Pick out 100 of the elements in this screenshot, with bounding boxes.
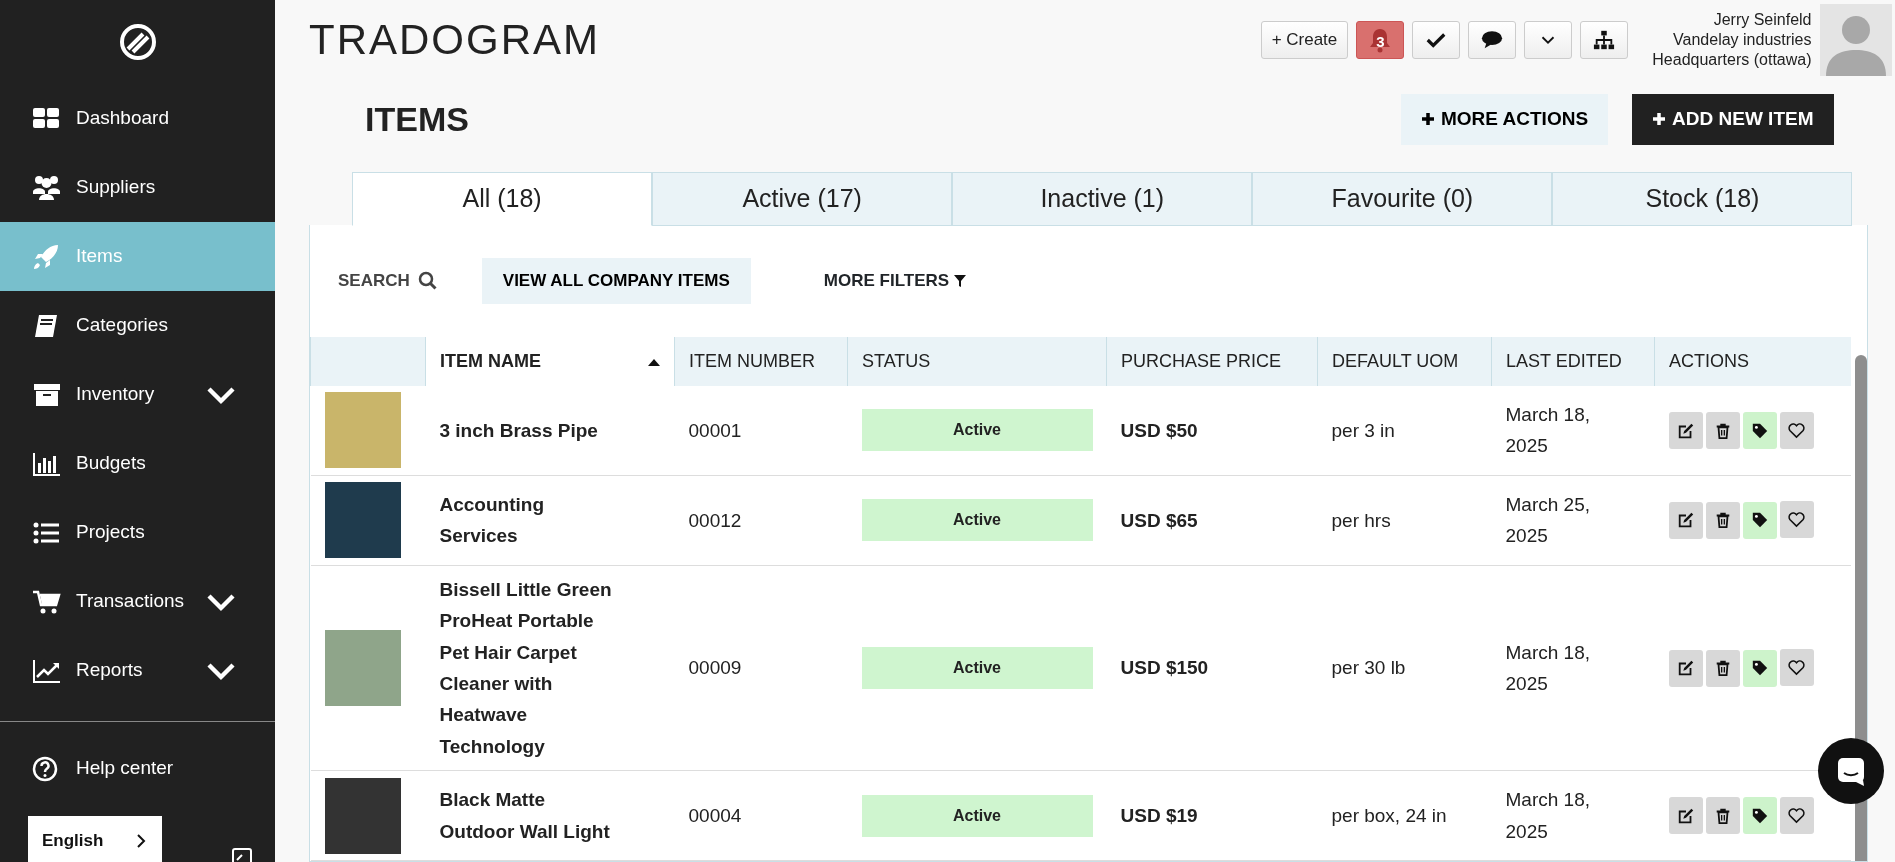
favourite-button[interactable] [1779, 796, 1814, 834]
column-header[interactable]: ITEM NUMBER [674, 337, 848, 386]
last-edited: March 18, 2025 [1491, 770, 1655, 861]
tab[interactable]: Inactive (1) [952, 172, 1253, 226]
delete-button[interactable] [1705, 501, 1740, 539]
last-edited: March 25, 2025 [1491, 475, 1655, 566]
help-center-link[interactable]: Help center [0, 734, 275, 803]
status-badge: Active [861, 499, 1093, 542]
plus-icon [1421, 112, 1435, 126]
item-name: Black Matte Outdoor Wall Light [425, 770, 675, 861]
heart-icon [1787, 420, 1806, 440]
bell-icon [1368, 27, 1393, 53]
sidebar-item[interactable]: Suppliers [0, 153, 275, 222]
item-number: 00009 [674, 565, 848, 771]
edit-icon [1676, 421, 1695, 440]
column-header[interactable]: ACTIONS [1654, 337, 1851, 386]
favourite-button[interactable] [1779, 649, 1814, 687]
edit-button[interactable] [1668, 649, 1703, 687]
sitemap-icon [1593, 29, 1616, 51]
notification-count: 3 [1376, 32, 1385, 52]
tag-icon [1750, 511, 1769, 530]
sidebar-item[interactable]: Inventory [0, 360, 275, 429]
edit-icon [1676, 511, 1695, 530]
default-uom: per 3 in [1317, 386, 1492, 476]
location-name: Headquarters (ottawa) [1652, 50, 1812, 70]
column-header[interactable]: LAST EDITED [1491, 337, 1655, 386]
tasks-button[interactable] [1412, 21, 1461, 59]
plus-icon [1652, 112, 1667, 126]
tag-button[interactable] [1742, 501, 1777, 539]
create-button[interactable]: + Create [1260, 21, 1349, 59]
speech-bubble-icon [1481, 29, 1504, 51]
purchase-price: USD $50 [1106, 386, 1318, 476]
edit-icon [1676, 806, 1695, 825]
chat-icon [1835, 756, 1866, 786]
favourite-button[interactable] [1779, 501, 1814, 539]
users-icon [30, 173, 62, 202]
edit-button[interactable] [1668, 412, 1703, 450]
status-badge: Active [861, 409, 1093, 452]
filter-icon [953, 274, 968, 288]
delete-button[interactable] [1705, 649, 1740, 687]
heart-icon [1787, 805, 1806, 825]
sidebar-item[interactable]: Reports [0, 636, 275, 705]
item-name: Accounting Services [425, 475, 675, 566]
delete-button[interactable] [1705, 412, 1740, 450]
edit-button[interactable] [1668, 501, 1703, 539]
tab[interactable]: Favourite (0) [1252, 172, 1553, 226]
heart-icon [1787, 658, 1806, 678]
sidebar-item[interactable]: Projects [0, 498, 275, 567]
sidebar-item[interactable]: Budgets [0, 429, 275, 498]
tag-button[interactable] [1742, 797, 1777, 835]
item-number: 00004 [674, 770, 848, 861]
hierarchy-button[interactable] [1580, 21, 1629, 59]
view-all-company-items-button[interactable]: VIEW ALL COMPANY ITEMS [481, 258, 751, 304]
tag-button[interactable] [1742, 412, 1777, 450]
purchase-price: USD $150 [1106, 565, 1318, 771]
brand-logo: TRADOGRAM [309, 19, 600, 61]
tag-button[interactable] [1742, 649, 1777, 687]
more-actions-button[interactable]: MORE ACTIONS [1401, 93, 1609, 145]
search-button[interactable]: SEARCH [338, 268, 438, 294]
sidebar-item[interactable]: Transactions [0, 567, 275, 636]
avatar-icon [1819, 4, 1892, 76]
default-uom: per hrs [1317, 475, 1492, 566]
delete-button[interactable] [1705, 797, 1740, 835]
default-uom: per 30 lb [1317, 565, 1492, 771]
add-new-item-button[interactable]: ADD NEW ITEM [1632, 93, 1834, 145]
sidebar-item[interactable]: Dashboard [0, 84, 275, 153]
sidebar-item[interactable]: Categories [0, 291, 275, 360]
language-button[interactable]: English [28, 816, 162, 862]
tab[interactable]: All (18) [352, 172, 653, 226]
more-filters-button[interactable]: MORE FILTERS [823, 268, 968, 294]
purchase-price: USD $65 [1106, 475, 1318, 566]
item-name: 3 inch Brass Pipe [425, 386, 675, 476]
column-header[interactable]: STATUS [847, 337, 1107, 386]
search-icon [417, 271, 438, 291]
last-edited: March 18, 2025 [1491, 565, 1655, 771]
tab[interactable]: Stock (18) [1552, 172, 1853, 226]
column-header-label: ITEM NAME [440, 350, 541, 373]
edit-icon [1676, 659, 1695, 678]
heart-icon [1787, 510, 1806, 530]
column-header[interactable]: PURCHASE PRICE [1106, 337, 1318, 386]
status-badge: Active [861, 794, 1093, 837]
tag-icon [1750, 421, 1769, 440]
edit-button[interactable] [1668, 797, 1703, 835]
tag-icon [1750, 659, 1769, 678]
favourite-button[interactable] [1779, 411, 1814, 449]
page-title: ITEMS [365, 98, 469, 140]
status-badge: Active [861, 646, 1093, 689]
column-header[interactable]: DEFAULT UOM [1317, 337, 1492, 386]
item-number: 00001 [674, 386, 848, 476]
notifications-button[interactable]: 3 [1356, 21, 1405, 59]
item-number: 00012 [674, 475, 848, 566]
company-name: Vandelay industries [1672, 30, 1812, 50]
chevron-right-icon [136, 833, 146, 849]
tab[interactable]: Active (17) [652, 172, 953, 226]
logo-icon [117, 22, 158, 62]
messages-button[interactable] [1468, 21, 1517, 59]
purchase-price: USD $19 [1106, 770, 1318, 861]
item-name: Bissell Little Green ProHeat Portable Pet Hair Carpet Cleaner with Heatwave Technology [425, 565, 675, 771]
default-uom: per box, 24 in [1317, 770, 1492, 861]
tag-icon [1750, 806, 1769, 825]
